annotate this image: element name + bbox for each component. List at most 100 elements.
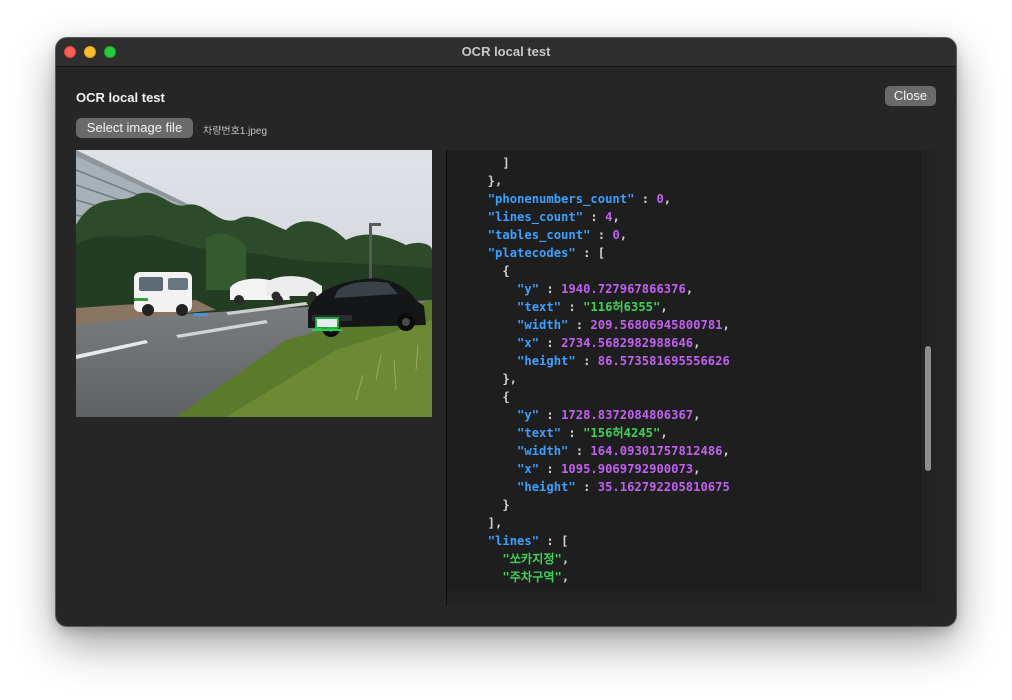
- json-line: "tables_count" : 0,: [473, 228, 627, 242]
- json-bottom-gap: [447, 591, 936, 605]
- json-token: 0: [656, 192, 664, 206]
- json-token: ,: [561, 552, 570, 566]
- json-token: "y": [517, 408, 540, 422]
- window-titlebar[interactable]: OCR local test: [56, 38, 956, 67]
- json-token: ,: [685, 282, 694, 296]
- json-line: "y" : 1940.727967866376,: [473, 282, 693, 296]
- json-line: "x" : 2734.5682982988646,: [473, 336, 700, 350]
- json-token: :: [561, 300, 584, 314]
- json-token: },: [473, 174, 503, 188]
- json-line: "쏘카지정",: [473, 552, 569, 566]
- json-token: "width": [517, 318, 569, 332]
- json-line: "x" : 1095.9069792900073,: [473, 462, 700, 476]
- json-token: ,: [561, 570, 570, 584]
- json-token: "phonenumbers_count": [487, 192, 635, 206]
- json-result-text: "a" ] }, "phonenumbers_count" : 0, "line…: [473, 150, 730, 586]
- json-token: 1728.8372084806367: [561, 408, 694, 422]
- json-line: "text" : "116허6355",: [473, 300, 668, 314]
- json-token: :: [561, 426, 584, 440]
- json-line: "height" : 35.162792205810675: [473, 480, 730, 494]
- window-title: OCR local test: [461, 44, 551, 59]
- json-line: "height" : 86.573581695556626: [473, 354, 730, 368]
- json-line: },: [473, 372, 517, 386]
- json-token: 35.162792205810675: [597, 480, 730, 494]
- json-token: 1095.9069792900073: [561, 462, 694, 476]
- json-token: ,: [693, 408, 701, 422]
- json-token: 1940.727967866376: [561, 282, 686, 296]
- json-line: "y" : 1728.8372084806367,: [473, 408, 700, 422]
- json-line: "a": [473, 150, 539, 152]
- json-line: "width" : 209.56806945800781,: [473, 318, 730, 332]
- close-button[interactable]: Close: [885, 86, 936, 106]
- json-token: ,: [722, 318, 730, 332]
- json-token: "height": [517, 480, 576, 494]
- json-token: 2734.5682982988646: [561, 336, 694, 350]
- json-token: :: [590, 228, 613, 242]
- json-line: }: [473, 498, 510, 512]
- json-line: "lines" : [: [473, 534, 569, 548]
- json-token: "y": [517, 282, 540, 296]
- json-token: "116허6355": [583, 300, 661, 314]
- json-token: :: [575, 480, 598, 494]
- json-line: {: [473, 390, 510, 404]
- json-token: "height": [517, 354, 576, 368]
- json-token: "주차구역": [502, 570, 562, 584]
- json-token: "쏘카지정": [502, 552, 562, 566]
- json-token: ],: [473, 516, 503, 530]
- json-token: }: [473, 498, 510, 512]
- json-line: "width" : 164.09301757812486,: [473, 444, 730, 458]
- select-image-button[interactable]: Select image file: [76, 118, 193, 138]
- json-token: : [: [539, 534, 569, 548]
- json-token: : [: [575, 246, 606, 260]
- json-token: ,: [660, 300, 668, 314]
- json-token: 86.573581695556626: [597, 354, 730, 368]
- json-token: "a": [473, 150, 539, 152]
- json-token: "lines": [487, 534, 540, 548]
- json-token: "width": [517, 444, 569, 458]
- json-line: {: [473, 264, 509, 278]
- json-token: },: [473, 372, 518, 386]
- json-token: ,: [663, 192, 672, 206]
- json-token: :: [583, 210, 606, 224]
- json-token: "tables_count": [487, 228, 591, 242]
- json-token: "text": [517, 426, 562, 440]
- json-line: "lines_count" : 4,: [473, 210, 620, 224]
- json-token: ,: [660, 426, 668, 440]
- json-token: {: [473, 390, 510, 404]
- panel-title: OCR local test: [76, 90, 165, 105]
- selected-file-name: 차량번호1.jpeg: [203, 126, 268, 137]
- json-result-view[interactable]: "a" ] }, "phonenumbers_count" : 0, "line…: [447, 150, 936, 604]
- json-token: "text": [517, 300, 562, 314]
- json-line: "platecodes" : [: [473, 246, 605, 260]
- json-token: "x": [517, 462, 540, 476]
- json-token: ,: [612, 210, 620, 224]
- json-scroll-thumb[interactable]: [925, 346, 931, 471]
- json-token: ,: [619, 228, 628, 242]
- selected-image-preview: [76, 150, 432, 417]
- json-token: :: [568, 318, 591, 332]
- json-token: "lines_count": [487, 210, 584, 224]
- json-token: 164.09301757812486: [590, 444, 723, 458]
- json-line: },: [473, 174, 503, 188]
- json-line: "phonenumbers_count" : 0,: [473, 192, 671, 206]
- json-token: ,: [693, 462, 701, 476]
- json-line: ],: [473, 516, 503, 530]
- json-token: :: [539, 336, 562, 350]
- json-token: "x": [517, 336, 540, 350]
- json-token: "156허4245": [583, 426, 661, 440]
- json-token: ,: [722, 444, 730, 458]
- json-token: ]: [473, 156, 510, 170]
